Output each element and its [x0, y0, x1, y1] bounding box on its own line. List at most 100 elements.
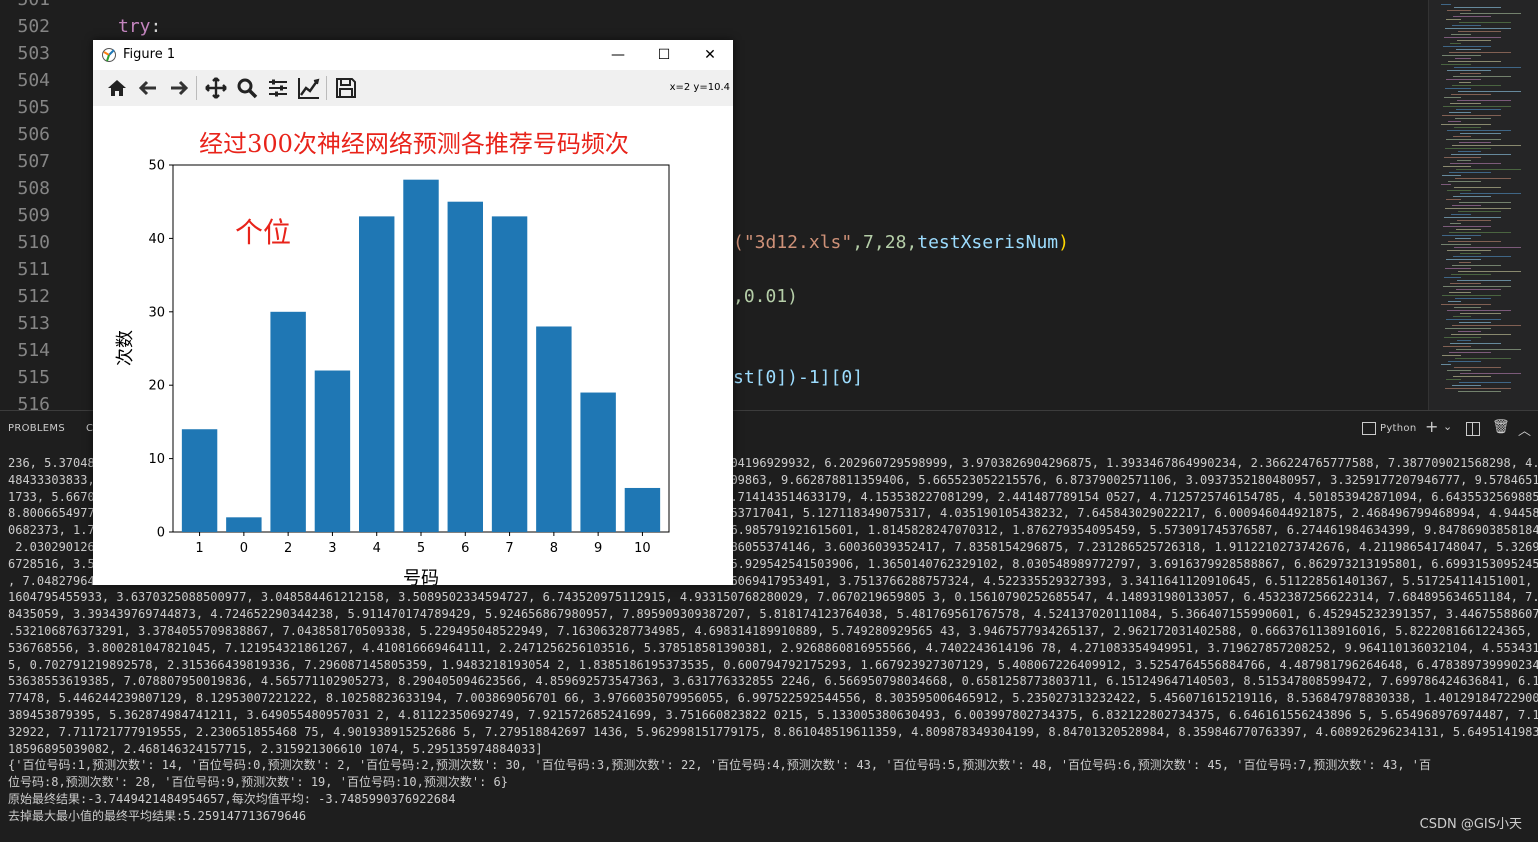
minimize-button[interactable]: —	[595, 43, 641, 67]
minimap-line	[1450, 283, 1481, 284]
minimap-line	[1441, 64, 1471, 65]
minimap-line	[1457, 100, 1511, 101]
minimap-line	[1456, 169, 1521, 170]
minimap-line	[1458, 271, 1521, 272]
minimap-line	[1450, 223, 1461, 224]
y-ticks: 0 10 20 30 40 50	[148, 159, 173, 541]
terminal-output-line: 536768556, 3.800281047821045, 7.12195432…	[8, 640, 1538, 655]
minimap-line	[1452, 145, 1521, 146]
split-terminal-icon[interactable]	[1466, 422, 1480, 436]
tab-problems[interactable]: PROBLEMS	[8, 423, 65, 434]
chevron-down-icon[interactable]: ⌄	[1443, 420, 1452, 433]
line-number: 505	[17, 97, 50, 118]
minimap-line	[1460, 73, 1481, 74]
minimap-line	[1443, 286, 1511, 287]
terminal-output-line: 原始最终结果:-3.7449421484954657,每次均值平均: -3.74…	[8, 792, 456, 806]
window-titlebar[interactable]: Figure 1 — ☐ ✕	[93, 40, 733, 70]
add-terminal-icon[interactable]: +	[1425, 417, 1438, 436]
minimap-line	[1443, 106, 1511, 107]
zoom-magnifier-icon[interactable]	[235, 76, 259, 100]
terminal-output-line: 1604795455933, 3.6370325088500977, 3.048…	[8, 590, 1538, 605]
matplotlib-app-icon	[101, 47, 117, 63]
minimap-line	[1459, 262, 1471, 263]
minimap-line	[1441, 304, 1491, 305]
minimap-line	[1445, 388, 1511, 389]
minimap-line	[1453, 316, 1471, 317]
line-number: 511	[17, 259, 50, 280]
chevron-up-icon[interactable]: ︿	[1518, 420, 1531, 439]
minimap-line	[1458, 391, 1501, 392]
window-title: Figure 1	[123, 47, 176, 62]
minimap-line	[1454, 127, 1481, 128]
minimap-line	[1451, 34, 1471, 35]
minimap-line	[1444, 217, 1501, 218]
home-icon[interactable]	[105, 76, 129, 100]
trash-icon[interactable]: 🗑	[1492, 419, 1510, 435]
edit-axis-curve-icon[interactable]	[297, 76, 321, 100]
minimap-line	[1451, 154, 1511, 155]
bar-chart[interactable]: 经过300次神经网络预测各推荐号码频次 1 0 2 3 4 5 6 7 8 9 10 0102030…	[93, 106, 733, 585]
close-button[interactable]: ✕	[687, 43, 733, 67]
code-variable: testXserisNum	[917, 232, 1059, 253]
x-tick-label: 4	[373, 541, 381, 556]
minimap-line	[1455, 298, 1491, 299]
code-line-515[interactable]: st[0])-1][0]	[733, 364, 863, 391]
terminal-output-line: 53638553619385, 7.078807950019836, 4.565…	[8, 674, 1538, 689]
minimap-line	[1455, 118, 1491, 119]
terminal-output-line: 8435059, 3.393439769744873, 4.7246522903…	[8, 607, 1538, 622]
minimap-line	[1458, 331, 1481, 332]
minimap-line	[1450, 43, 1461, 44]
minimap-line	[1448, 181, 1481, 182]
code-fragment: st[0])-1][0]	[733, 367, 864, 388]
minimap-line	[1456, 289, 1501, 290]
minimap-line	[1449, 112, 1471, 113]
minimap-line	[1454, 67, 1521, 68]
minimap-line	[1446, 319, 1501, 320]
terminal-type-label[interactable]: Python	[1380, 423, 1416, 434]
minimap[interactable]	[1428, 0, 1538, 410]
forward-arrow-icon[interactable]	[167, 76, 191, 100]
minimap-line	[1445, 208, 1511, 209]
x-tick-label: 8	[550, 541, 558, 556]
line-number: 513	[17, 313, 50, 334]
minimap-line	[1454, 307, 1481, 308]
minimap-line	[1443, 46, 1491, 47]
bar-2	[270, 311, 306, 532]
watermark: CSDN @GIS小天	[1419, 817, 1522, 832]
maximize-button[interactable]: ☐	[641, 43, 687, 67]
line-number: 509	[17, 205, 50, 226]
terminal-output-line: 389453879395, 5.362874984741211, 3.64905…	[8, 708, 1538, 722]
y-tick-label: 30	[148, 305, 165, 320]
save-floppy-icon[interactable]	[334, 76, 358, 100]
bar-3	[314, 370, 351, 532]
back-arrow-icon[interactable]	[136, 76, 160, 100]
minimap-line	[1452, 385, 1481, 386]
pan-move-icon[interactable]	[204, 76, 228, 100]
figure-window[interactable]: Figure 1 — ☐ ✕ x=2 y=10.4 经过300次神经网络预测各推…	[93, 40, 733, 585]
minimap-line	[1454, 367, 1501, 368]
terminal-output-line: {'百位号码:1,预测次数': 14, '百位号码:0,预测次数': 2, '百…	[8, 758, 1431, 773]
configure-subplots-icon[interactable]	[266, 76, 290, 100]
line-number: 508	[17, 178, 50, 199]
x-axis-label: 号码	[403, 568, 439, 585]
minimap-line	[1442, 55, 1481, 56]
minimap-line	[1454, 247, 1521, 248]
minimap-line	[1449, 352, 1491, 353]
x-tick-label: 10	[634, 541, 651, 556]
minimap-line	[1456, 229, 1481, 230]
minimap-line	[1443, 226, 1491, 227]
minimap-line	[1455, 58, 1471, 59]
code-line-512[interactable]: ,0.01)	[733, 283, 798, 310]
code-line-510[interactable]: ("3d12.xls",7,28,testXserisNum)	[733, 229, 1069, 256]
minimap-line	[1457, 340, 1471, 341]
minimap-line	[1448, 121, 1461, 122]
minimap-line	[1460, 373, 1521, 374]
minimap-line	[1447, 70, 1491, 71]
x-tick-label: 9	[594, 541, 602, 556]
minimap-line	[1458, 91, 1521, 92]
minimap-line	[1457, 220, 1491, 221]
minimap-line	[1455, 238, 1471, 239]
figure-toolbar: x=2 y=10.4	[93, 70, 733, 106]
minimap-line	[1442, 355, 1461, 356]
code-line-502[interactable]: try:	[118, 13, 161, 40]
